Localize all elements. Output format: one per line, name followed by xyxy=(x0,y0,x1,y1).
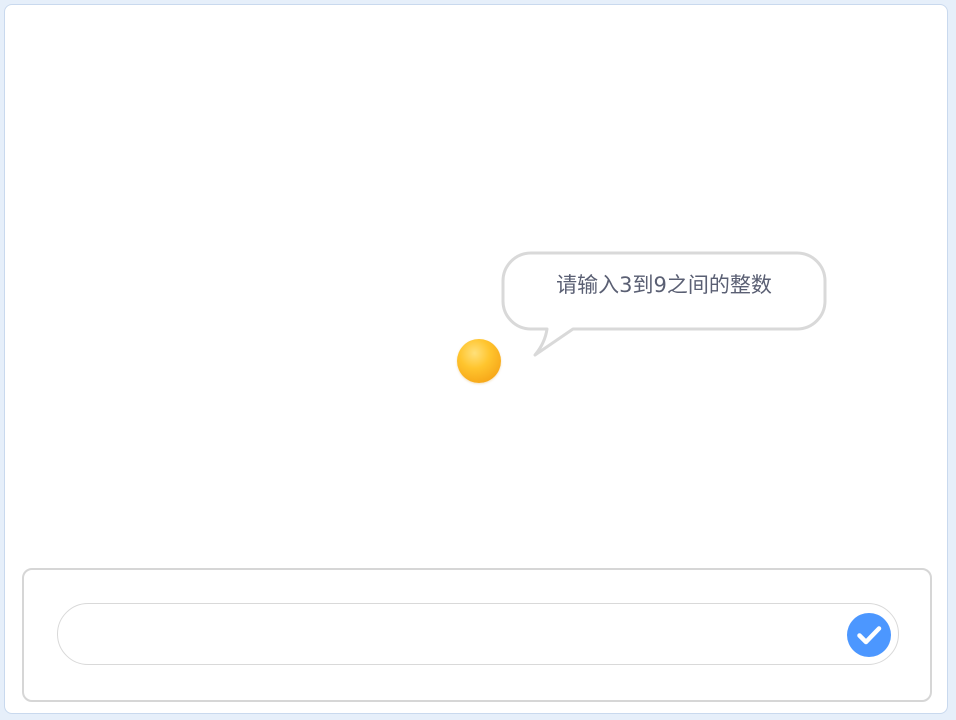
stage: 请输入3到9之间的整数 xyxy=(4,4,948,714)
speech-bubble-text: 请输入3到9之间的整数 xyxy=(556,273,772,297)
ask-prompt-panel xyxy=(22,568,932,702)
check-icon xyxy=(857,626,882,645)
speech-bubble: 请输入3到9之间的整数 xyxy=(501,251,827,357)
answer-input[interactable] xyxy=(57,603,899,665)
speech-bubble-shape xyxy=(501,251,827,357)
yellow-ball-sprite[interactable] xyxy=(457,339,501,383)
submit-answer-button[interactable] xyxy=(847,613,891,657)
